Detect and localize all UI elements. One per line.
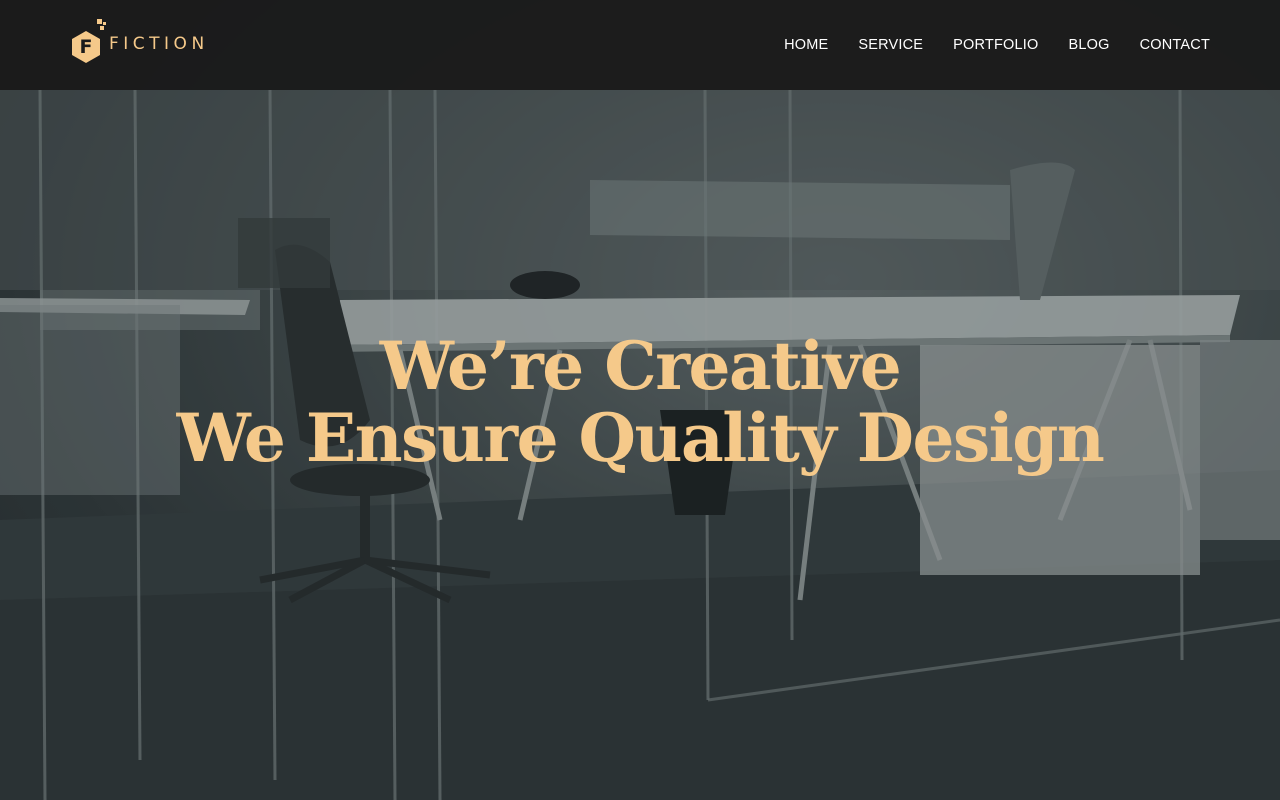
main-navigation: HOME SERVICE PORTFOLIO BLOG CONTACT	[784, 0, 1210, 90]
nav-link-home[interactable]: HOME	[784, 37, 828, 53]
nav-link-service[interactable]: SERVICE	[858, 37, 923, 53]
hero-headline: We’re Creative We Ensure Quality Design	[0, 330, 1280, 474]
nav-link-contact[interactable]: CONTACT	[1140, 37, 1210, 53]
nav-link-blog[interactable]: BLOG	[1069, 37, 1110, 53]
hero-headline-line2: We Ensure Quality Design	[176, 399, 1105, 477]
logo-hexagon-icon: F	[70, 19, 106, 63]
logo-letter: F	[79, 36, 93, 58]
hero-headline-line1: We’re Creative	[379, 327, 902, 405]
nav-link-portfolio[interactable]: PORTFOLIO	[953, 37, 1038, 53]
top-navbar: F FICTION HOME SERVICE PORTFOLIO BLOG CO…	[0, 0, 1280, 90]
brand-name: FICTION	[109, 34, 209, 54]
brand-logo[interactable]: F FICTION	[70, 19, 220, 63]
